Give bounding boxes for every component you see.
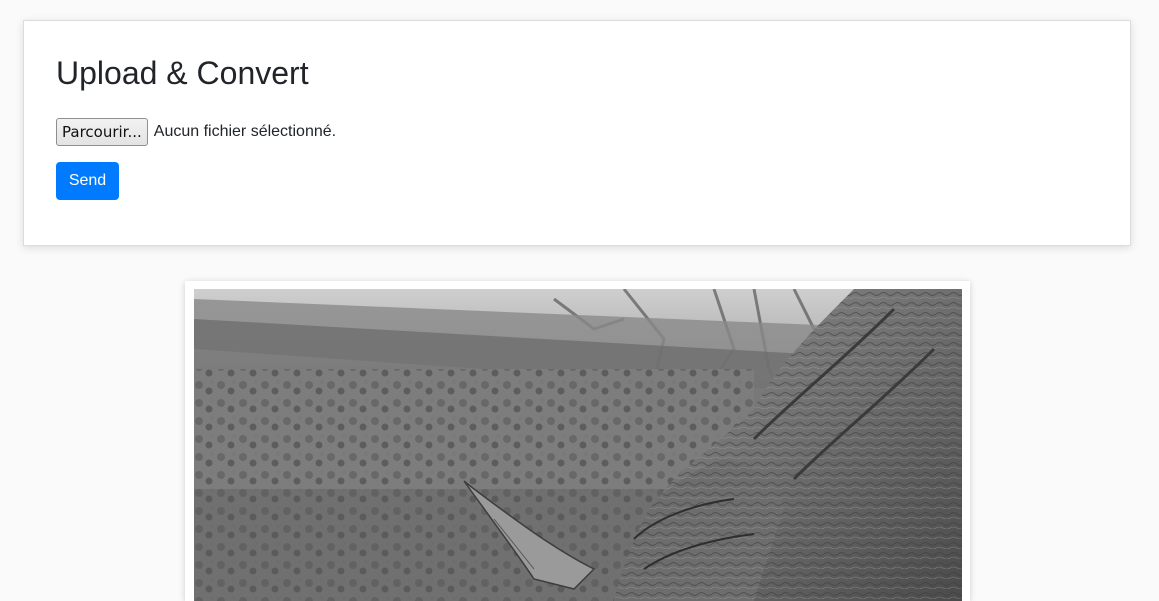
- upload-card: Upload & Convert Parcourir... Aucun fich…: [23, 20, 1131, 246]
- browse-button[interactable]: Parcourir...: [56, 118, 148, 146]
- file-input[interactable]: Parcourir... Aucun fichier sélectionné.: [56, 118, 336, 146]
- file-status-text: Aucun fichier sélectionné.: [153, 123, 337, 140]
- rhino-photo: [194, 289, 962, 601]
- page-title: Upload & Convert: [56, 55, 309, 91]
- result-image-frame: [185, 281, 970, 601]
- send-button[interactable]: Send: [56, 162, 119, 200]
